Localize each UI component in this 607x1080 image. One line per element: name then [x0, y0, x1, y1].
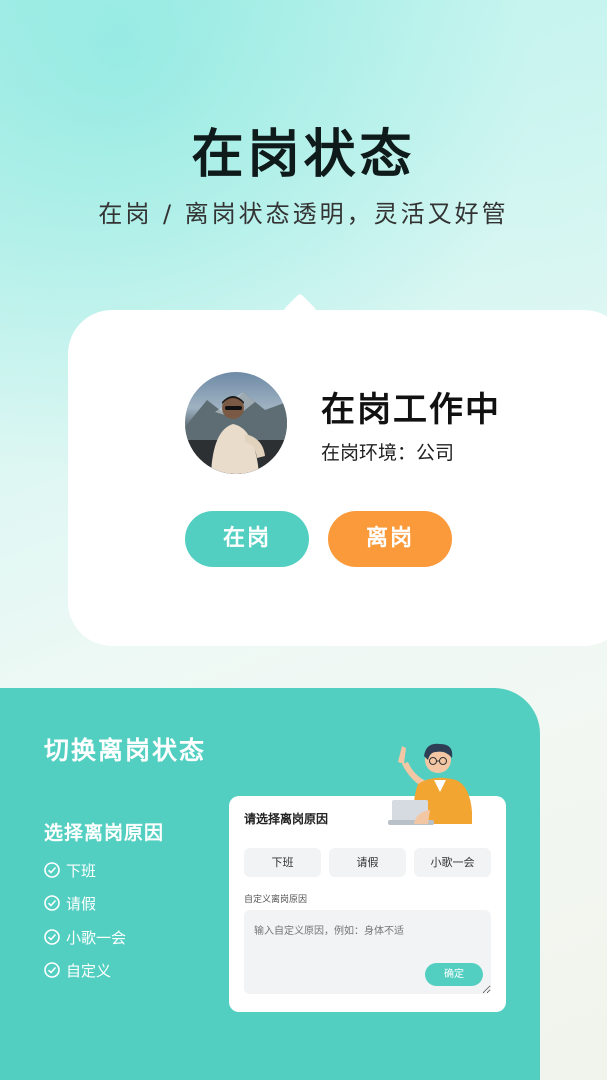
page-title: 在岗状态	[191, 125, 416, 185]
off-duty-button[interactable]: 离岗	[328, 511, 452, 567]
option-break-button[interactable]: 小歌一会	[414, 848, 491, 877]
reason-item-leave: 请假	[44, 892, 96, 914]
reason-label: 自定义	[66, 961, 112, 980]
status-card	[68, 310, 607, 646]
status-environment: 在岗环境：公司	[321, 442, 455, 464]
check-circle-icon	[44, 895, 60, 911]
check-circle-icon	[44, 962, 60, 978]
avatar	[185, 372, 287, 474]
avatar-photo-icon	[185, 392, 287, 474]
confirm-button[interactable]: 确定	[425, 963, 483, 986]
on-duty-button[interactable]: 在岗	[185, 511, 309, 567]
page-subtitle: 在岗 / 离岗状态透明，灵活又好管	[98, 200, 509, 228]
reason-item-off-work: 下班	[44, 859, 96, 881]
reason-item-custom: 自定义	[44, 959, 111, 981]
reason-label: 请假	[66, 894, 97, 913]
reason-label: 下班	[66, 861, 97, 880]
reason-label: 小歌一会	[66, 928, 127, 947]
panel-title: 切换离岗状态	[44, 736, 207, 765]
reason-item-break: 小歌一会	[44, 926, 126, 948]
reasons-title: 选择离岗原因	[44, 822, 165, 844]
check-circle-icon	[44, 929, 60, 945]
option-leave-button[interactable]: 请假	[329, 848, 406, 877]
custom-reason-label: 自定义离岗原因	[244, 895, 308, 905]
check-circle-icon	[44, 862, 60, 878]
option-off-work-button[interactable]: 下班	[244, 848, 321, 877]
person-laptop-icon	[388, 743, 472, 825]
dialog-title: 请选择离岗原因	[244, 812, 329, 826]
status-title: 在岗工作中	[321, 390, 501, 430]
